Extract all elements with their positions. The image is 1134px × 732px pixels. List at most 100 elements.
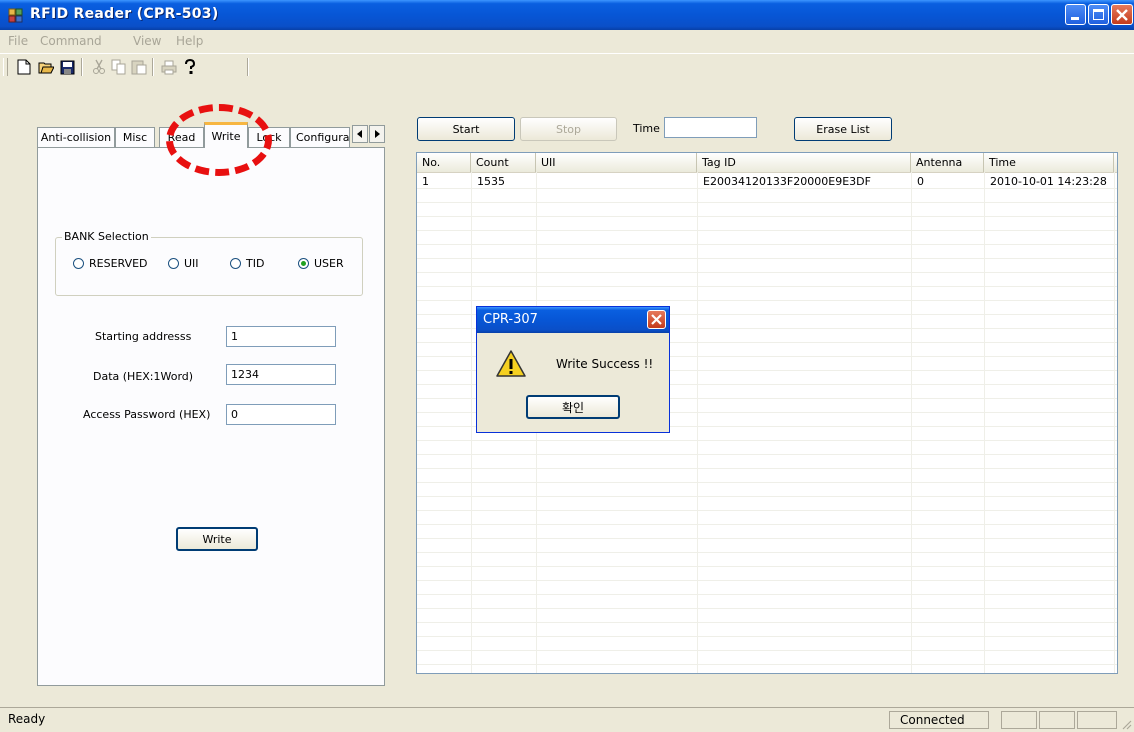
arrow-right-icon [375, 130, 380, 138]
radio-user[interactable]: USER [298, 257, 344, 270]
starting-address-label: Starting addresss [95, 330, 192, 343]
data-input[interactable] [226, 364, 336, 385]
resize-grip-icon[interactable] [1120, 718, 1132, 730]
menu-view[interactable]: View [133, 34, 161, 48]
write-button[interactable]: Write [176, 527, 258, 551]
status-pane [1077, 711, 1117, 729]
message-dialog: CPR-307 Write Success !! 확인 [476, 306, 670, 433]
maximize-button[interactable] [1088, 4, 1109, 25]
grid-line [417, 622, 1117, 623]
close-button[interactable] [1111, 4, 1133, 25]
status-text: Ready [8, 712, 46, 726]
radio-dot-selected [298, 258, 309, 269]
access-password-label: Access Password (HEX) [83, 408, 211, 421]
open-icon[interactable] [37, 58, 55, 76]
app-rfid-icon [8, 8, 23, 23]
save-icon[interactable] [58, 58, 76, 76]
cut-icon [90, 58, 108, 76]
minimize-button[interactable] [1065, 4, 1086, 25]
radio-tid[interactable]: TID [230, 257, 264, 270]
grid-line [1114, 172, 1115, 673]
grid-line [911, 172, 912, 673]
dialog-message: Write Success !! [556, 357, 654, 371]
column-time[interactable]: Time [984, 153, 1114, 172]
tag-list-header: No. Count UII Tag ID Antenna Time [417, 153, 1117, 173]
grid-line [984, 172, 985, 673]
paste-icon [130, 58, 148, 76]
cell-antenna: 0 [917, 175, 924, 188]
help-icon[interactable] [181, 58, 199, 76]
menu-file[interactable]: File [8, 34, 28, 48]
starting-address-input[interactable] [226, 326, 336, 347]
cell-time: 2010-10-01 14:23:28 [990, 175, 1107, 188]
tab-write[interactable]: Write [204, 122, 248, 148]
print-icon [160, 58, 178, 76]
grid-line [417, 202, 1117, 203]
dialog-close-button[interactable] [647, 310, 666, 329]
grid-line [417, 244, 1117, 245]
close-icon [651, 314, 662, 325]
access-password-input[interactable] [226, 404, 336, 425]
tab-misc[interactable]: Misc [115, 127, 155, 147]
table-row[interactable]: 1 1535 E20034120133F20000E9E3DF 0 2010-1… [417, 175, 1117, 188]
column-tag-id[interactable]: Tag ID [697, 153, 911, 172]
time-field[interactable] [664, 117, 757, 138]
radio-dot [73, 258, 84, 269]
start-button[interactable]: Start [417, 117, 515, 141]
grid-line [417, 300, 1117, 301]
tab-scroll-right[interactable] [369, 125, 385, 143]
grid-line [417, 258, 1117, 259]
dialog-title-bar: CPR-307 [477, 307, 669, 333]
column-uii[interactable]: UII [536, 153, 697, 172]
erase-list-button[interactable]: Erase List [794, 117, 892, 141]
grid-line [417, 230, 1117, 231]
grid-line [417, 468, 1117, 469]
grid-line [697, 172, 698, 673]
grid-line [471, 172, 472, 673]
tab-configuration[interactable]: Configura [290, 127, 350, 147]
window-title: RFID Reader (CPR-503) [30, 6, 219, 22]
new-icon[interactable] [15, 58, 33, 76]
grid-line [417, 538, 1117, 539]
column-no[interactable]: No. [417, 153, 471, 172]
dialog-title: CPR-307 [483, 312, 538, 327]
column-count[interactable]: Count [471, 153, 536, 172]
copy-icon [110, 58, 128, 76]
grid-line [417, 650, 1117, 651]
data-label: Data (HEX:1Word) [93, 370, 194, 383]
grid-line [417, 496, 1117, 497]
status-pane [1001, 711, 1037, 729]
cell-tag-id: E20034120133F20000E9E3DF [703, 175, 871, 188]
grid-line [417, 664, 1117, 665]
stop-button: Stop [520, 117, 617, 141]
status-pane [1039, 711, 1075, 729]
grid-line [417, 608, 1117, 609]
bank-selection-title: BANK Selection [62, 230, 151, 243]
menu-help[interactable]: Help [176, 34, 203, 48]
arrow-left-icon [357, 130, 362, 138]
grid-line [417, 510, 1117, 511]
close-icon [1116, 9, 1128, 21]
grid-line [417, 580, 1117, 581]
toolbar [0, 53, 1134, 82]
connection-status: Connected [889, 711, 989, 729]
grid-line [417, 454, 1117, 455]
radio-reserved[interactable]: RESERVED [73, 257, 148, 270]
grid-line [417, 552, 1117, 553]
grid-line [417, 272, 1117, 273]
grid-line [417, 482, 1117, 483]
title-bar: RFID Reader (CPR-503) [0, 0, 1134, 30]
grid-line [417, 566, 1117, 567]
grid-line [417, 524, 1117, 525]
tab-scroll-left[interactable] [352, 125, 368, 143]
grid-line [417, 286, 1117, 287]
tab-anti-collision[interactable]: Anti-collision [37, 127, 115, 147]
grid-line [417, 188, 1117, 189]
time-label: Time [633, 122, 660, 135]
ok-button[interactable]: 확인 [526, 395, 620, 419]
column-antenna[interactable]: Antenna [911, 153, 984, 172]
menu-bar: File Command View Help [0, 30, 1134, 52]
menu-command[interactable]: Command [40, 34, 102, 48]
grid-line [417, 636, 1117, 637]
radio-uii[interactable]: UII [168, 257, 199, 270]
